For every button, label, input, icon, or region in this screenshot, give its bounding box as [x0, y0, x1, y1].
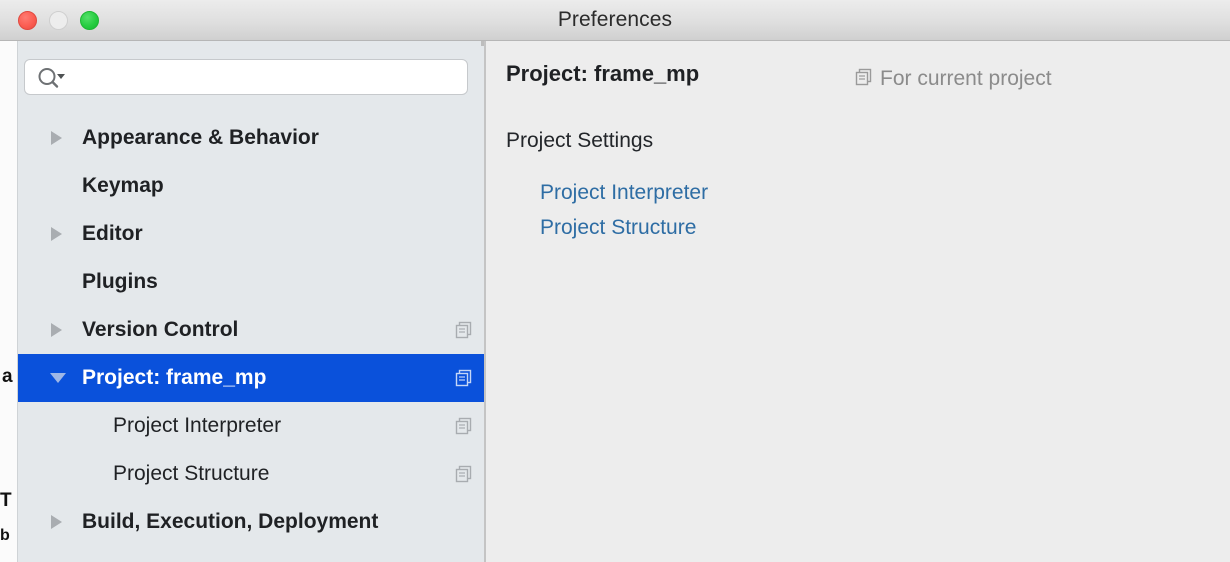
sidebar-item-keymap[interactable]: Keymap: [18, 162, 484, 210]
copy-icon: [855, 68, 873, 91]
link-project-structure[interactable]: Project Structure: [540, 216, 708, 240]
section-title: Project Settings: [506, 129, 654, 152]
settings-sidebar: Appearance & Behavior Keymap Editor Plug…: [17, 41, 484, 562]
search-icon: [36, 67, 70, 89]
sidebar-item-label: Build, Execution, Deployment: [82, 510, 379, 533]
chevron-right-icon[interactable]: [51, 227, 62, 241]
search-input[interactable]: [73, 60, 465, 96]
sidebar-item-project-interpreter[interactable]: Project Interpreter: [18, 402, 484, 450]
page-title: Project: frame_mp: [506, 61, 700, 86]
sidebar-item-label: Keymap: [82, 174, 164, 197]
chevron-down-icon[interactable]: [50, 373, 66, 383]
chevron-right-icon[interactable]: [51, 515, 62, 529]
sidebar-item-label: Project: frame_mp: [82, 366, 267, 389]
copy-icon: [455, 417, 473, 435]
settings-tree: Appearance & Behavior Keymap Editor Plug…: [18, 114, 484, 546]
scope-indicator: For current project: [855, 67, 1052, 91]
search-field[interactable]: [24, 59, 468, 96]
sidebar-item-label: Version Control: [82, 318, 239, 341]
preferences-content: Appearance & Behavior Keymap Editor Plug…: [0, 41, 1230, 562]
sidebar-item-version-control[interactable]: Version Control: [18, 306, 484, 354]
sidebar-item-label: Project Structure: [113, 462, 270, 485]
chevron-right-icon[interactable]: [51, 131, 62, 145]
settings-detail-pane: Project: frame_mp For current project Pr…: [486, 41, 1230, 562]
sidebar-item-label: Plugins: [82, 270, 158, 293]
sidebar-item-appearance-behavior[interactable]: Appearance & Behavior: [18, 114, 484, 162]
sidebar-item-label: Editor: [82, 222, 143, 245]
copy-icon: [455, 369, 473, 387]
scope-label: For current project: [880, 67, 1052, 90]
link-project-interpreter[interactable]: Project Interpreter: [540, 181, 708, 205]
sidebar-item-build-execution-deployment[interactable]: Build, Execution, Deployment: [18, 498, 484, 546]
window-titlebar: Preferences: [0, 0, 1230, 41]
project-settings-links: Project Interpreter Project Structure: [540, 181, 708, 251]
copy-icon: [455, 321, 473, 339]
sidebar-item-project-structure[interactable]: Project Structure: [18, 450, 484, 498]
window-title: Preferences: [557, 8, 673, 31]
sidebar-item-label: Project Interpreter: [113, 414, 282, 437]
sidebar-item-project-frame-mp[interactable]: Project: frame_mp: [18, 354, 484, 402]
chevron-right-icon[interactable]: [51, 323, 62, 337]
sidebar-item-editor[interactable]: Editor: [18, 210, 484, 258]
sidebar-item-plugins[interactable]: Plugins: [18, 258, 484, 306]
sidebar-item-label: Appearance & Behavior: [82, 126, 319, 149]
copy-icon: [455, 465, 473, 483]
preferences-window: a T b Preferences Appearance & Behavior …: [0, 0, 1230, 562]
